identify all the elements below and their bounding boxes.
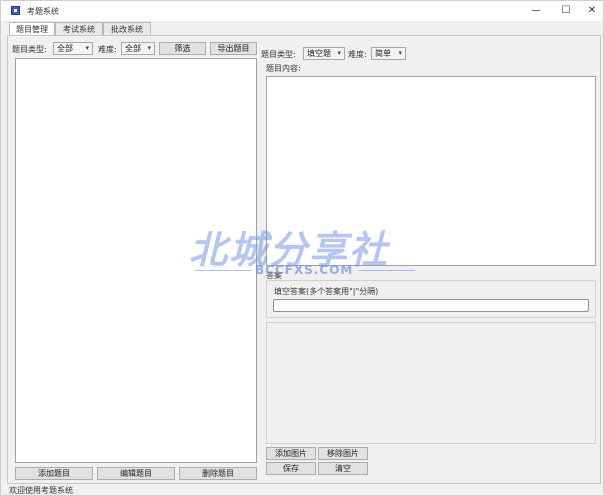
left-difficulty-combo[interactable]: 全部 ▾ — [121, 42, 155, 55]
fill-answer-input[interactable] — [273, 299, 589, 312]
left-difficulty-label: 难度: — [98, 45, 117, 54]
title-bar: 考题系统 — ☐ ✕ — [1, 1, 603, 22]
watermark-line-right — [359, 270, 415, 271]
left-difficulty-value: 全部 — [125, 44, 141, 53]
content-label: 题目内容: — [266, 64, 301, 73]
chevron-down-icon: ▾ — [147, 44, 151, 52]
watermark-en: BCCFXS.COM — [255, 263, 354, 277]
main-window: 考题系统 — ☐ ✕ 题目管理 考试系统 批改系统 题目类型: 全部 ▾ 难度:… — [0, 0, 604, 496]
left-type-label: 题目类型: — [12, 45, 47, 54]
tab-exam-system[interactable]: 考试系统 — [55, 22, 103, 35]
watermark-line-left — [195, 270, 251, 271]
edit-question-button[interactable]: 编辑题目 — [97, 467, 175, 480]
right-type-value: 填空题 — [307, 49, 331, 58]
close-button[interactable]: ✕ — [577, 1, 604, 21]
watermark: 北城分享社 BCCFXS.COM — [181, 219, 431, 289]
right-type-label: 题目类型: — [261, 50, 296, 59]
window-title: 考题系统 — [27, 7, 59, 16]
minimize-button[interactable]: — — [521, 1, 551, 21]
right-difficulty-value: 简单 — [375, 49, 391, 58]
chevron-down-icon: ▾ — [398, 49, 402, 57]
right-type-combo[interactable]: 填空题 ▾ — [303, 47, 345, 60]
export-button[interactable]: 导出题目 — [210, 42, 257, 55]
left-type-combo[interactable]: 全部 ▾ — [53, 42, 93, 55]
add-image-button[interactable]: 添加图片 — [266, 447, 316, 460]
tab-question-management[interactable]: 题目管理 — [9, 22, 55, 36]
add-question-button[interactable]: 添加题目 — [15, 467, 93, 480]
status-bar: 欢迎使用考题系统 — [9, 486, 73, 495]
delete-question-button[interactable]: 删除题目 — [179, 467, 257, 480]
chevron-down-icon: ▾ — [337, 49, 341, 57]
tab-grading-system[interactable]: 批改系统 — [103, 22, 151, 35]
remove-image-button[interactable]: 移除图片 — [318, 447, 368, 460]
filter-button[interactable]: 筛选 — [159, 42, 206, 55]
chevron-down-icon: ▾ — [85, 44, 89, 52]
right-difficulty-label: 难度: — [348, 50, 367, 59]
clear-button[interactable]: 清空 — [318, 462, 368, 475]
right-difficulty-combo[interactable]: 简单 ▾ — [371, 47, 406, 60]
left-type-value: 全部 — [57, 44, 73, 53]
app-icon — [11, 6, 20, 15]
save-button[interactable]: 保存 — [266, 462, 316, 475]
image-preview-area — [266, 322, 596, 444]
